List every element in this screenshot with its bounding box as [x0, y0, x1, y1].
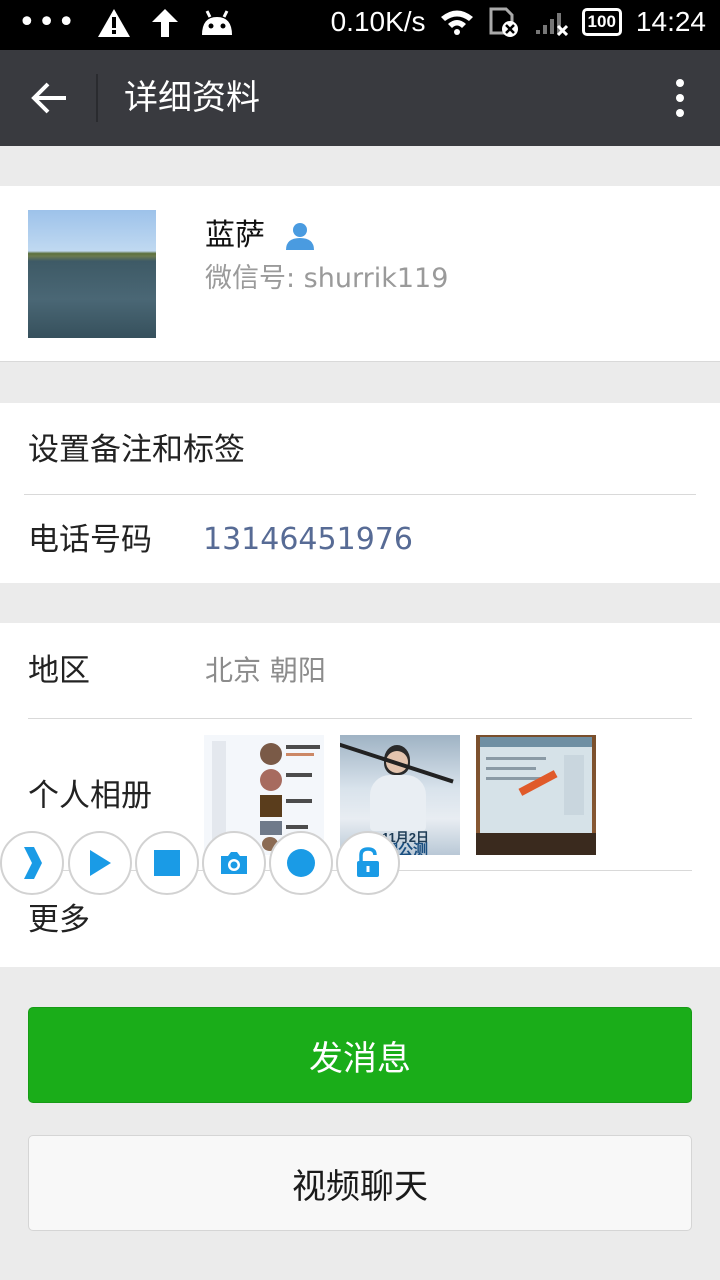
wechat-id: 微信号: shurrik119 [205, 263, 449, 294]
stop-button[interactable] [135, 831, 199, 895]
android-icon [202, 10, 233, 35]
warning-icon [98, 9, 131, 37]
row-divider [24, 494, 696, 495]
stop-icon [154, 850, 180, 876]
video-chat-label: 视频聊天 [292, 1166, 428, 1207]
play-button[interactable] [68, 831, 132, 895]
contact-name: 蓝萨 [205, 218, 265, 253]
send-message-button[interactable]: 发消息 [28, 1007, 692, 1103]
wifi-icon [440, 10, 473, 35]
screenshot-button[interactable] [202, 831, 266, 895]
more-row[interactable]: 更多 [28, 900, 90, 940]
upload-icon [152, 9, 179, 37]
network-speed: 0.10K/s [330, 6, 426, 37]
contact-info-section: 设置备注和标签 电话号码 13146451976 [0, 403, 720, 583]
back-arrow-icon[interactable] [26, 74, 74, 122]
unlock-icon [357, 847, 379, 877]
region-value: 北京 朝阳 [205, 654, 326, 687]
details-section: 地区 北京 朝阳 个人相册 11月2日 荣耀公测 更多 [0, 623, 720, 967]
avatar[interactable] [28, 210, 156, 338]
profile-card: 蓝萨 微信号: shurrik119 [0, 186, 720, 362]
expand-toolbar-button[interactable] [0, 831, 64, 895]
more-options-icon[interactable] [672, 78, 688, 118]
camera-icon [221, 852, 247, 874]
name-row: 蓝萨 [205, 216, 315, 256]
battery-icon: 100 [581, 8, 622, 36]
page-title: 详细资料 [124, 78, 260, 118]
person-icon [286, 223, 314, 250]
signal-icon [535, 13, 568, 36]
notification-dots-icon: ••• [18, 5, 78, 40]
chevron-right-icon [24, 847, 42, 879]
app-bar: 详细资料 [0, 50, 720, 146]
record-button[interactable] [269, 831, 333, 895]
row-divider [28, 718, 692, 719]
app-bar-divider [96, 74, 98, 122]
album-photo[interactable] [476, 735, 596, 855]
send-message-label: 发消息 [309, 1038, 411, 1079]
status-bar: ••• 0.10K/s 100 14:24 [0, 0, 720, 50]
remark-tags-row[interactable]: 设置备注和标签 [28, 430, 245, 470]
record-icon [287, 849, 315, 877]
sim-icon [489, 7, 518, 37]
unlock-button[interactable] [336, 831, 400, 895]
region-label: 地区 [28, 653, 90, 689]
phone-label: 电话号码 [28, 522, 152, 558]
video-chat-button[interactable]: 视频聊天 [28, 1135, 692, 1231]
play-icon [90, 850, 111, 876]
clock: 14:24 [635, 6, 706, 37]
phone-number-link[interactable]: 13146451976 [203, 520, 413, 560]
